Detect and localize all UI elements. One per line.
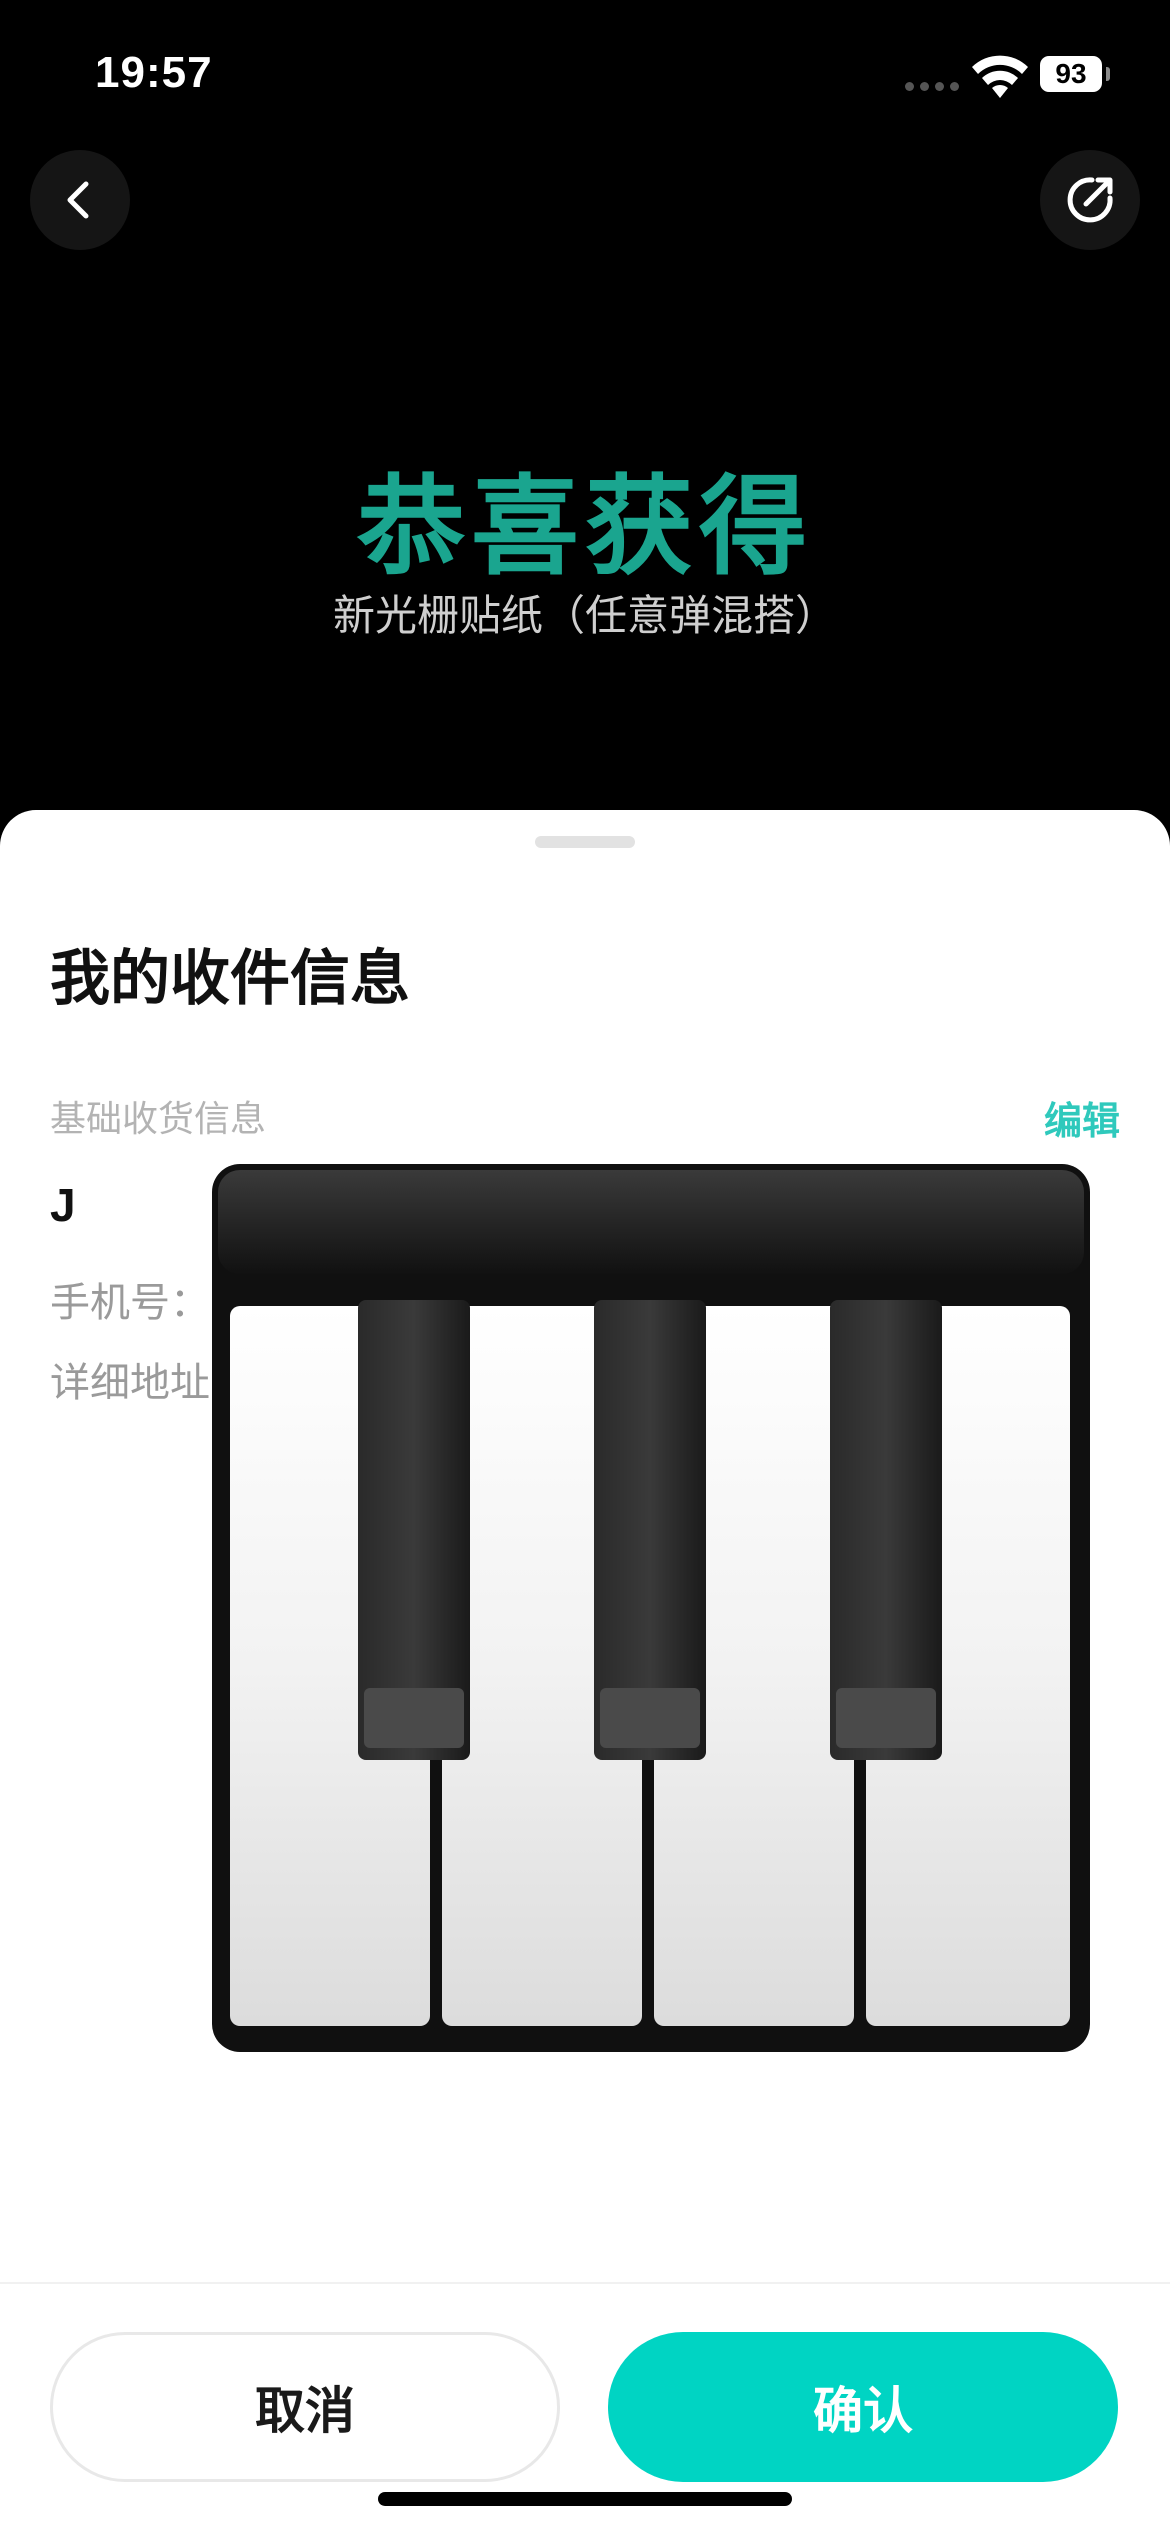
sheet-handle[interactable]	[535, 836, 635, 848]
cancel-button[interactable]: 取消	[50, 2332, 560, 2482]
battery-indicator: 93	[1040, 56, 1110, 92]
edit-button[interactable]: 编辑	[1044, 1090, 1120, 1145]
address-label: 详细地址	[50, 1360, 210, 1406]
section-label: 基础收货信息	[50, 1099, 267, 1140]
reward-name: 新光栅贴纸（任意弹混搭）	[332, 591, 837, 640]
recipient-name: J	[50, 1179, 76, 1231]
congrats-title: 恭喜获得	[356, 465, 813, 590]
cellular-signal-icon	[905, 82, 959, 91]
footer-divider	[0, 2282, 1170, 2284]
address-sheet: 我的收件信息 基础收货信息 编辑 J 手机号： 详细地址 取消 确认	[0, 810, 1170, 2532]
home-indicator	[378, 2492, 792, 2506]
confirm-button[interactable]: 确认	[608, 2332, 1118, 2482]
wifi-icon	[972, 55, 1028, 98]
back-button[interactable]	[30, 150, 130, 250]
sheet-title: 我的收件信息	[50, 944, 410, 1014]
chevron-left-icon	[67, 181, 89, 219]
piano-keyboard-icon	[212, 1164, 1090, 2052]
status-time: 19:57	[95, 48, 213, 97]
share-icon	[1067, 177, 1113, 223]
phone-label: 手机号：	[50, 1280, 210, 1326]
status-bar: 19:57 93	[0, 0, 1170, 160]
share-button[interactable]	[1040, 150, 1140, 250]
